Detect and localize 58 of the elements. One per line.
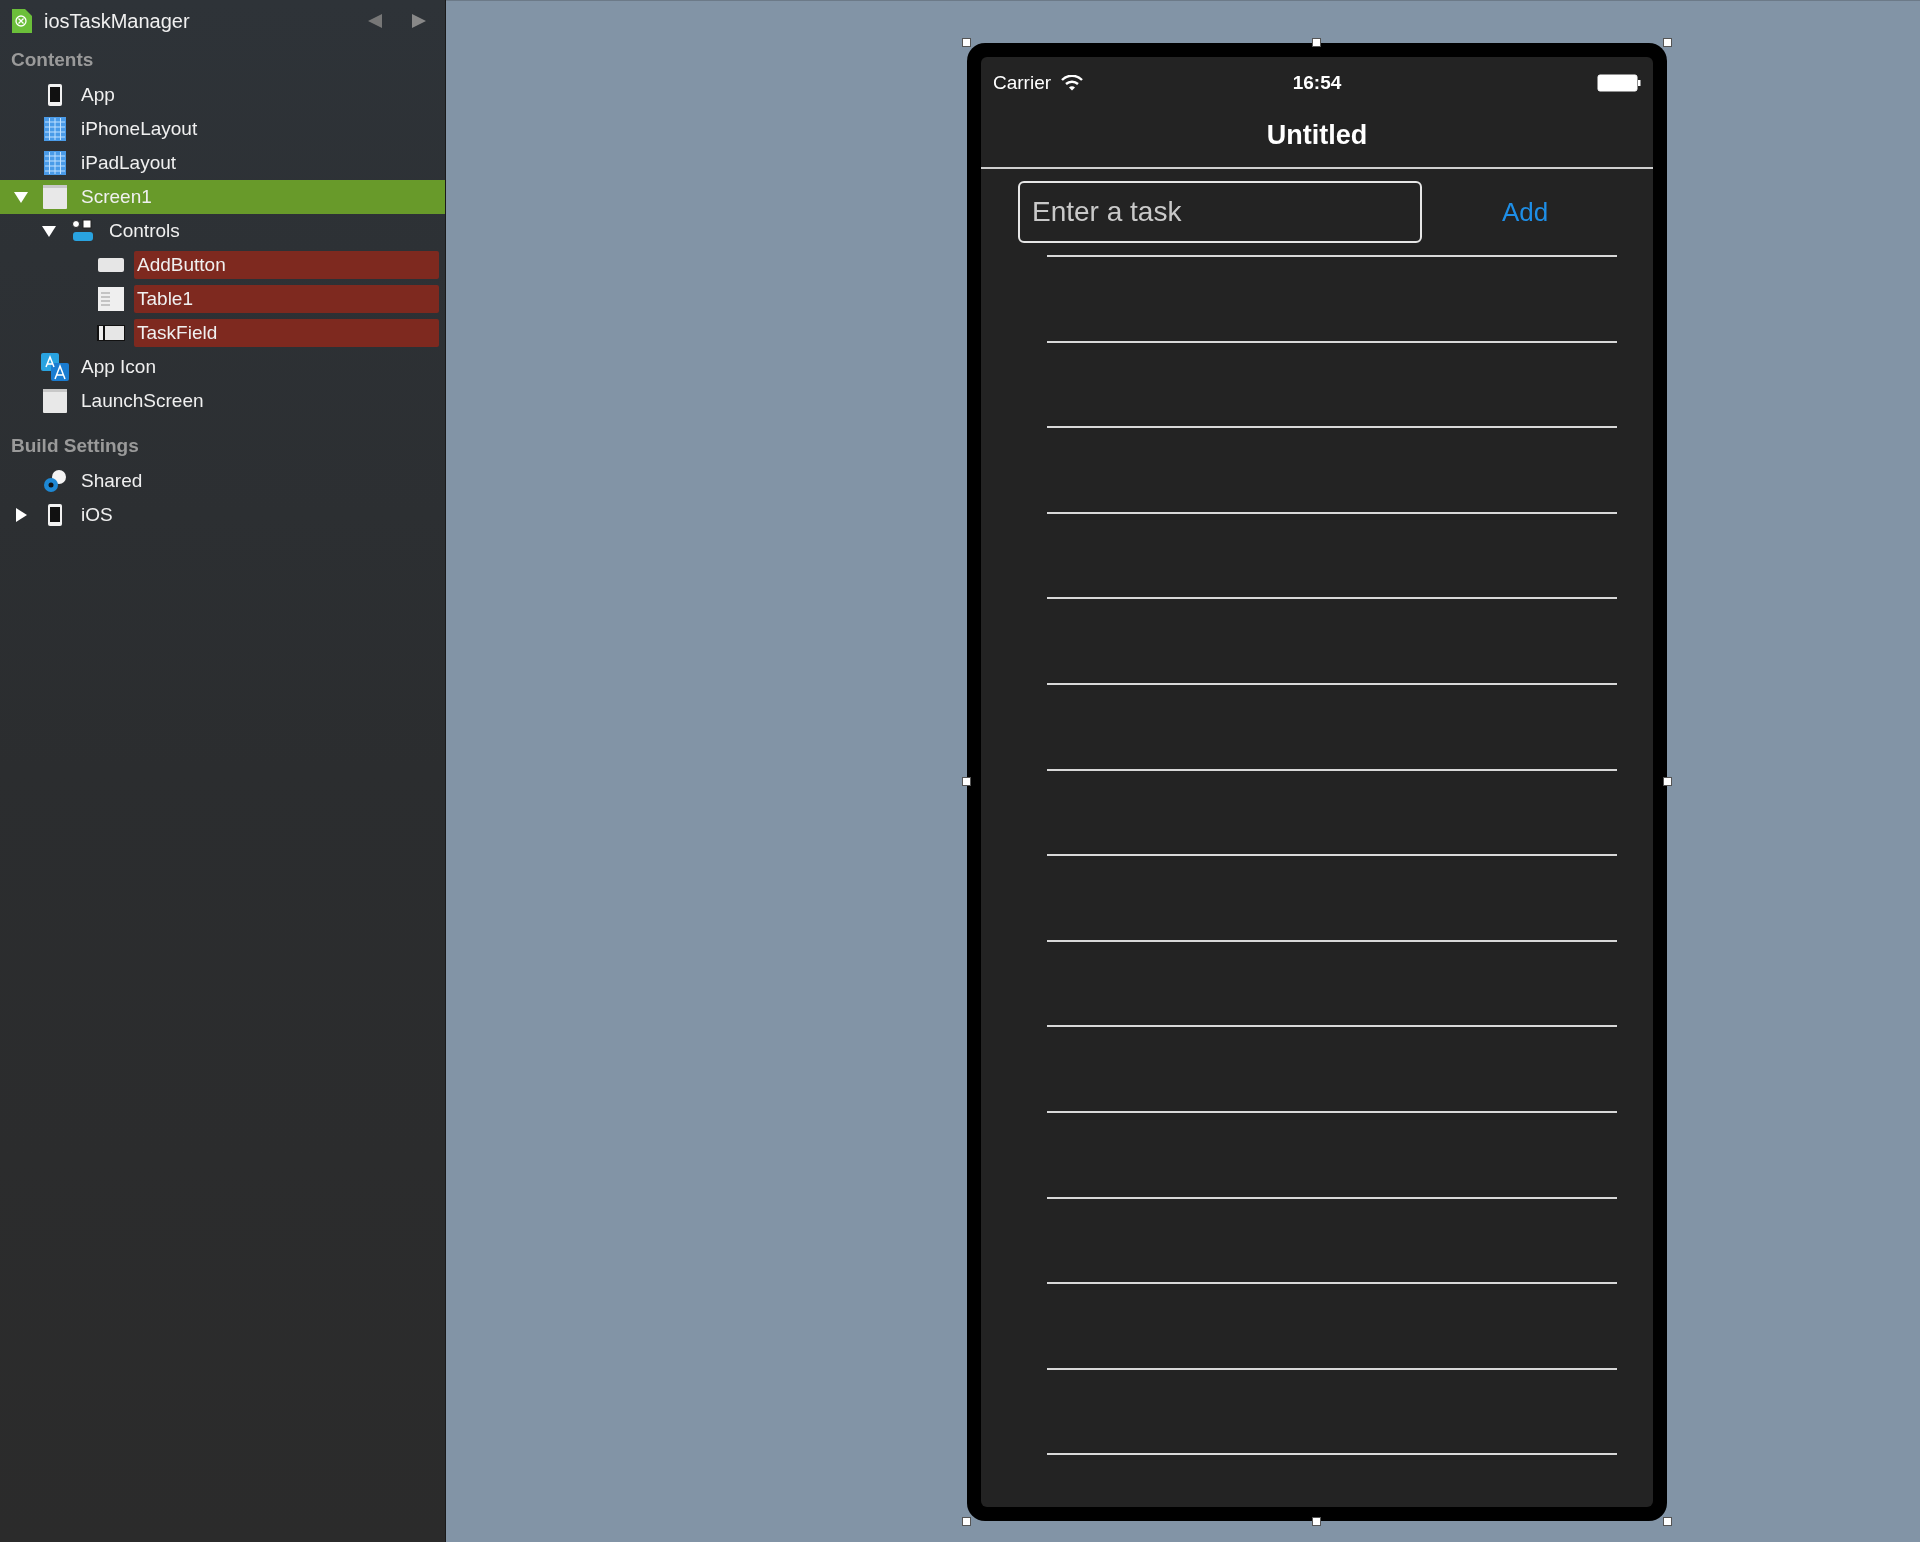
controls-icon xyxy=(71,219,95,243)
item-label: iPhoneLayout xyxy=(80,117,198,141)
expanded-triangle-icon[interactable] xyxy=(42,224,56,238)
carrier-label: Carrier xyxy=(993,70,1052,95)
window-icon xyxy=(43,185,67,209)
item-label: iPadLayout xyxy=(80,151,177,175)
grid-icon xyxy=(44,117,66,141)
collapsed-triangle-icon[interactable] xyxy=(14,508,28,522)
tree-item[interactable]: iPadLayout xyxy=(0,146,445,180)
item-label: Shared xyxy=(80,469,143,493)
item-label: AddButton xyxy=(134,251,439,279)
item-label: Table1 xyxy=(134,285,439,313)
back-arrow-icon[interactable] xyxy=(367,13,383,29)
app-store-icon xyxy=(41,353,69,381)
gears-icon xyxy=(42,468,68,494)
tree-item[interactable]: App xyxy=(0,78,445,112)
status-time: 16:54 xyxy=(1292,70,1342,95)
tree-item[interactable]: Table1 xyxy=(0,282,445,316)
task-input-field[interactable]: Enter a task xyxy=(1018,181,1422,243)
item-label: Screen1 xyxy=(80,185,152,209)
tree-item[interactable]: Controls xyxy=(0,214,445,248)
selection-handle[interactable] xyxy=(1663,777,1672,786)
section-heading: Build Settings xyxy=(10,433,140,458)
tree-item[interactable]: iOS xyxy=(0,498,445,532)
tree-item[interactable]: Shared xyxy=(0,464,445,498)
project-file-icon xyxy=(12,9,32,33)
item-label: LaunchScreen xyxy=(80,389,204,413)
button-shape-icon xyxy=(98,257,124,273)
selection-handle[interactable] xyxy=(1312,1517,1321,1526)
item-label: App xyxy=(80,83,115,107)
item-label: iOS xyxy=(80,503,113,527)
add-button[interactable]: Add xyxy=(1496,192,1555,232)
tree-item[interactable]: LaunchScreen xyxy=(0,384,445,418)
battery-icon xyxy=(1597,74,1641,92)
text-field-icon xyxy=(97,324,125,342)
selection-handle[interactable] xyxy=(1663,38,1672,47)
wifi-icon xyxy=(1061,75,1084,91)
selection-handle[interactable] xyxy=(962,38,971,47)
tree-item[interactable]: AddButton xyxy=(0,248,445,282)
selection-handle[interactable] xyxy=(962,777,971,786)
window-icon xyxy=(43,389,67,413)
tree-item[interactable]: TaskField xyxy=(0,316,445,350)
tree-item[interactable]: App Icon xyxy=(0,350,445,384)
selection-handle[interactable] xyxy=(1663,1517,1672,1526)
phone-icon xyxy=(47,503,63,527)
forward-arrow-icon[interactable] xyxy=(411,13,427,29)
section-heading: Contents xyxy=(10,47,95,72)
selection-handle[interactable] xyxy=(1312,38,1321,47)
item-label: Controls xyxy=(108,219,180,243)
grid-icon xyxy=(44,151,66,175)
table-icon xyxy=(98,287,124,311)
item-label: TaskField xyxy=(134,319,439,347)
phone-icon xyxy=(47,83,63,107)
selection-handle[interactable] xyxy=(962,1517,971,1526)
project-title: iosTaskManager xyxy=(44,9,191,34)
tree-item[interactable]: iPhoneLayout xyxy=(0,112,445,146)
navigation-title: Untitled xyxy=(1266,118,1368,152)
item-label: App Icon xyxy=(80,355,156,379)
